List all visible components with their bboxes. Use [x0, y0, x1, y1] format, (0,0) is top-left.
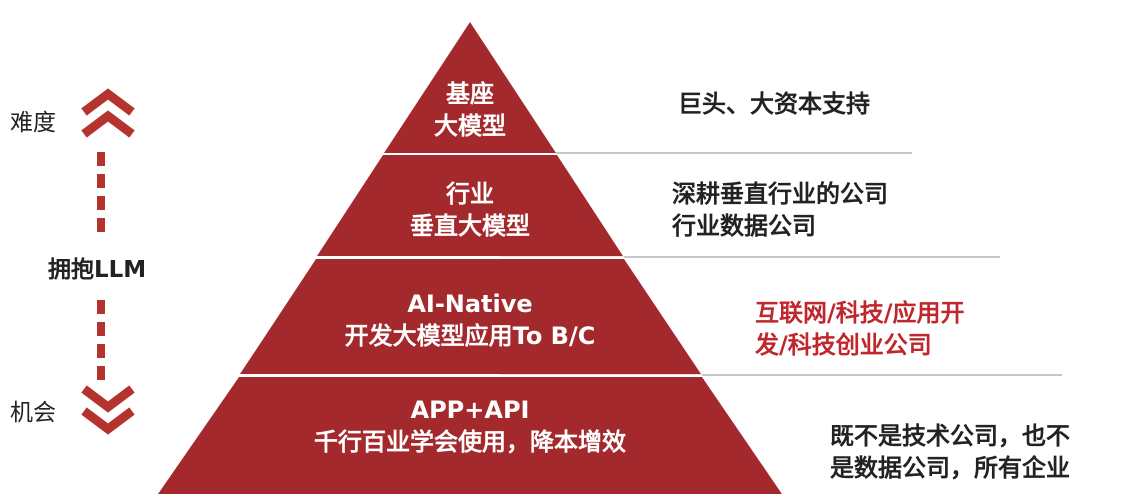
layer-1-description: 巨头、大资本支持 [678, 88, 870, 120]
layer-2-line2: 垂直大模型 [410, 212, 530, 240]
lower-dotted-line [97, 300, 107, 380]
layer-2-desc-line1: 深耕垂直行业的公司 [672, 180, 888, 208]
layer-3-line2: 开发大模型应用To B/C [344, 322, 596, 350]
layer-1-label: 基座 大模型 [400, 78, 540, 142]
layer-2-desc-line2: 行业数据公司 [672, 212, 816, 240]
layer-3-label: AI-Native 开发大模型应用To B/C [300, 288, 640, 352]
layer-3-desc-line2: 发/科技创业公司 [755, 331, 932, 359]
layer-4-line2: 千行百业学会使用，降本增效 [314, 428, 626, 456]
layer-3-line1: AI-Native [407, 290, 533, 318]
upper-dotted-line [97, 152, 107, 232]
layer-3-description: 互联网/科技/应用开 发/科技创业公司 [755, 297, 965, 361]
layer-4-line1: APP+API [410, 396, 530, 424]
layer-4-desc-line1: 既不是技术公司，也不 [830, 422, 1070, 450]
double-chevron-down-icon [81, 385, 135, 435]
layer-4-label: APP+API 千行百业学会使用，降本增效 [250, 394, 690, 458]
double-chevron-up-icon [81, 88, 135, 138]
layer-3-desc-line1: 互联网/科技/应用开 [755, 299, 965, 327]
embrace-llm-label: 拥抱LLM [48, 257, 147, 283]
difficulty-label: 难度 [10, 110, 56, 136]
layer-4-desc-line2: 是数据公司，所有企业 [830, 454, 1070, 482]
layer-4-description: 既不是技术公司，也不 是数据公司，所有企业 [830, 420, 1070, 484]
opportunity-label: 机会 [10, 400, 56, 426]
layer-2-line1: 行业 [446, 180, 494, 208]
layer-1-line1: 基座 [446, 80, 494, 108]
pyramid-diagram: 基座 大模型 行业 垂直大模型 AI-Native 开发大模型应用To B/C … [0, 0, 1129, 502]
layer-2-label: 行业 垂直大模型 [370, 178, 570, 242]
layer-1-line2: 大模型 [434, 112, 506, 140]
layer-1-desc-line1: 巨头、大资本支持 [678, 90, 870, 118]
layer-2-description: 深耕垂直行业的公司 行业数据公司 [672, 178, 888, 242]
